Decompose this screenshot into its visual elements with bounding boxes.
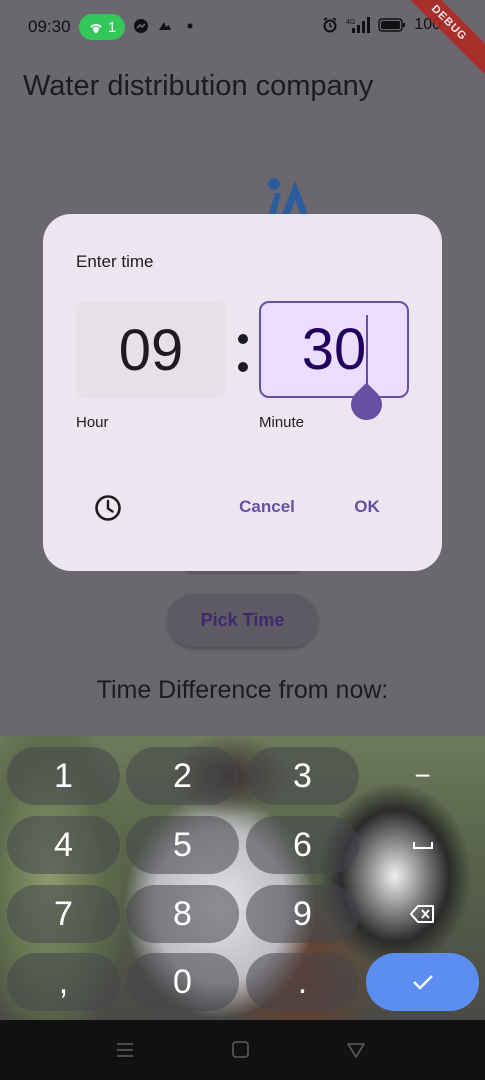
key-1[interactable]: 1 [7, 747, 120, 805]
key-0[interactable]: 0 [126, 953, 239, 1011]
key-5[interactable]: 5 [126, 816, 239, 874]
key-dash[interactable]: − [366, 747, 479, 805]
minute-label: Minute [259, 414, 305, 431]
menu-icon[interactable] [114, 1040, 136, 1060]
minute-input[interactable]: 30 [259, 301, 409, 398]
key-6[interactable]: 6 [246, 816, 359, 874]
app-title: Water distribution company [23, 70, 374, 102]
hotspot-indicator: 1 [79, 14, 125, 40]
text-cursor [366, 315, 368, 393]
key-7[interactable]: 7 [7, 885, 120, 943]
time-difference-label: Time Difference from now: [96, 676, 389, 704]
hotspot-icon [90, 24, 102, 33]
status-time: 09:30 [28, 17, 71, 36]
hour-input[interactable]: 09 [76, 302, 226, 398]
cancel-button[interactable]: Cancel [227, 488, 307, 526]
debug-banner: DEBUG [391, 0, 485, 81]
key-4[interactable]: 4 [7, 816, 120, 874]
key-period[interactable]: . [246, 953, 359, 1011]
status-bar: 09:30 1 4G 100 DEBUG [0, 0, 485, 81]
key-2[interactable]: 2 [126, 747, 239, 805]
company-logo-icon [268, 178, 309, 217]
key-comma[interactable]: , [7, 953, 120, 1011]
key-9[interactable]: 9 [246, 885, 359, 943]
dialog-title: Enter time [76, 252, 154, 271]
pick-time-button[interactable]: Pick Time [167, 594, 318, 647]
backspace-key[interactable] [366, 885, 479, 943]
time-separator [232, 314, 254, 384]
signal-icon: 4G [346, 17, 371, 33]
messenger-icon [134, 19, 148, 33]
done-check-icon [412, 975, 433, 990]
status-right: 4G 100 [322, 16, 441, 34]
svg-text:4G: 4G [346, 19, 355, 26]
back-icon[interactable] [345, 1040, 367, 1060]
alarm-icon [323, 17, 337, 33]
clock-icon[interactable] [93, 493, 123, 523]
ok-button[interactable]: OK [343, 488, 391, 526]
space-icon [412, 842, 433, 849]
dot-icon [187, 23, 193, 29]
key-3[interactable]: 3 [246, 747, 359, 805]
navigation-bar [0, 1020, 485, 1080]
hour-label: Hour [76, 414, 109, 431]
backspace-icon [409, 905, 434, 923]
hotspot-count: 1 [107, 18, 117, 36]
cloud-icon [159, 22, 171, 30]
time-picker-dialog: Enter time 09 30 Hour Minute Cancel OK [43, 214, 442, 571]
key-8[interactable]: 8 [126, 885, 239, 943]
battery-icon [378, 18, 406, 32]
done-key[interactable] [366, 953, 479, 1011]
numeric-keyboard: 1 2 3 − 4 5 6 7 8 9 , 0 . [0, 736, 485, 1020]
home-icon[interactable] [230, 1040, 252, 1060]
space-key[interactable] [366, 816, 479, 874]
